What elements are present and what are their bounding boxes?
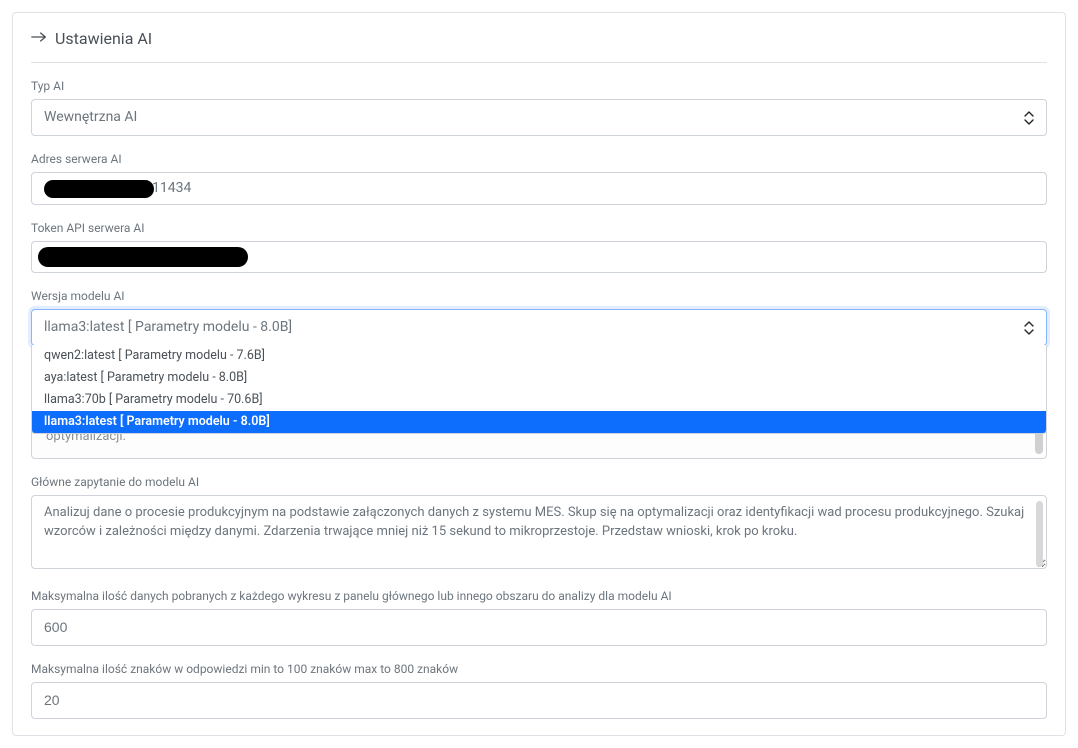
dropdown-option[interactable]: llama3:70b [ Parametry modelu - 70.6B]: [32, 389, 1046, 411]
sort-icon: [1024, 111, 1034, 125]
field-server-address: Adres serwera AI 11434: [31, 152, 1047, 205]
field-type-ai: Typ AI Wewnętrzna AI: [31, 79, 1047, 136]
label-max-chars: Maksymalna ilość znaków w odpowiedzi min…: [31, 662, 1047, 676]
input-server-address[interactable]: 11434: [31, 172, 1047, 205]
dropdown-model-version: llama3:latest [ Parametry modelu - 8.0B]…: [31, 309, 1047, 346]
dropdown-list-model-version: qwen2:latest [ Parametry modelu - 7.6B] …: [31, 345, 1047, 434]
field-model-version: Wersja modelu AI llama3:latest [ Paramet…: [31, 289, 1047, 459]
select-model-version-value: llama3:latest [ Parametry modelu - 8.0B]: [44, 317, 292, 338]
settings-card: Ustawienia AI Typ AI Wewnętrzna AI Adres…: [12, 12, 1066, 736]
sort-icon: [1024, 321, 1034, 335]
card-header: Ustawienia AI: [31, 29, 1047, 63]
label-max-data: Maksymalna ilość danych pobranych z każd…: [31, 589, 1047, 603]
dropdown-option[interactable]: aya:latest [ Parametry modelu - 8.0B]: [32, 367, 1046, 389]
select-type-ai-value: Wewnętrzna AI: [44, 107, 137, 128]
field-main-query: Główne zapytanie do modelu AI: [31, 475, 1047, 574]
server-address-suffix: 11434: [152, 178, 191, 199]
select-type-ai[interactable]: Wewnętrzna AI: [31, 99, 1047, 136]
dropdown-option-selected[interactable]: llama3:latest [ Parametry modelu - 8.0B]: [32, 411, 1046, 433]
input-max-data[interactable]: [31, 609, 1047, 646]
scrollbar[interactable]: [1036, 501, 1043, 568]
redacted-server-address: [44, 180, 154, 198]
field-max-data: Maksymalna ilość danych pobranych z każd…: [31, 589, 1047, 646]
dropdown-option[interactable]: qwen2:latest [ Parametry modelu - 7.6B]: [32, 345, 1046, 367]
input-api-token[interactable]: [31, 241, 1047, 273]
card-title: Ustawienia AI: [55, 29, 152, 48]
arrow-right-icon: [31, 29, 47, 48]
redacted-api-token: [38, 247, 248, 267]
label-server-address: Adres serwera AI: [31, 152, 1047, 166]
label-model-version: Wersja modelu AI: [31, 289, 1047, 303]
field-api-token: Token API serwera AI: [31, 221, 1047, 273]
textarea-main-query[interactable]: [31, 495, 1047, 570]
label-api-token: Token API serwera AI: [31, 221, 1047, 235]
input-max-chars[interactable]: [31, 682, 1047, 719]
label-main-query: Główne zapytanie do modelu AI: [31, 475, 1047, 489]
label-type-ai: Typ AI: [31, 79, 1047, 93]
field-max-chars: Maksymalna ilość znaków w odpowiedzi min…: [31, 662, 1047, 719]
select-model-version[interactable]: llama3:latest [ Parametry modelu - 8.0B]: [31, 309, 1047, 346]
